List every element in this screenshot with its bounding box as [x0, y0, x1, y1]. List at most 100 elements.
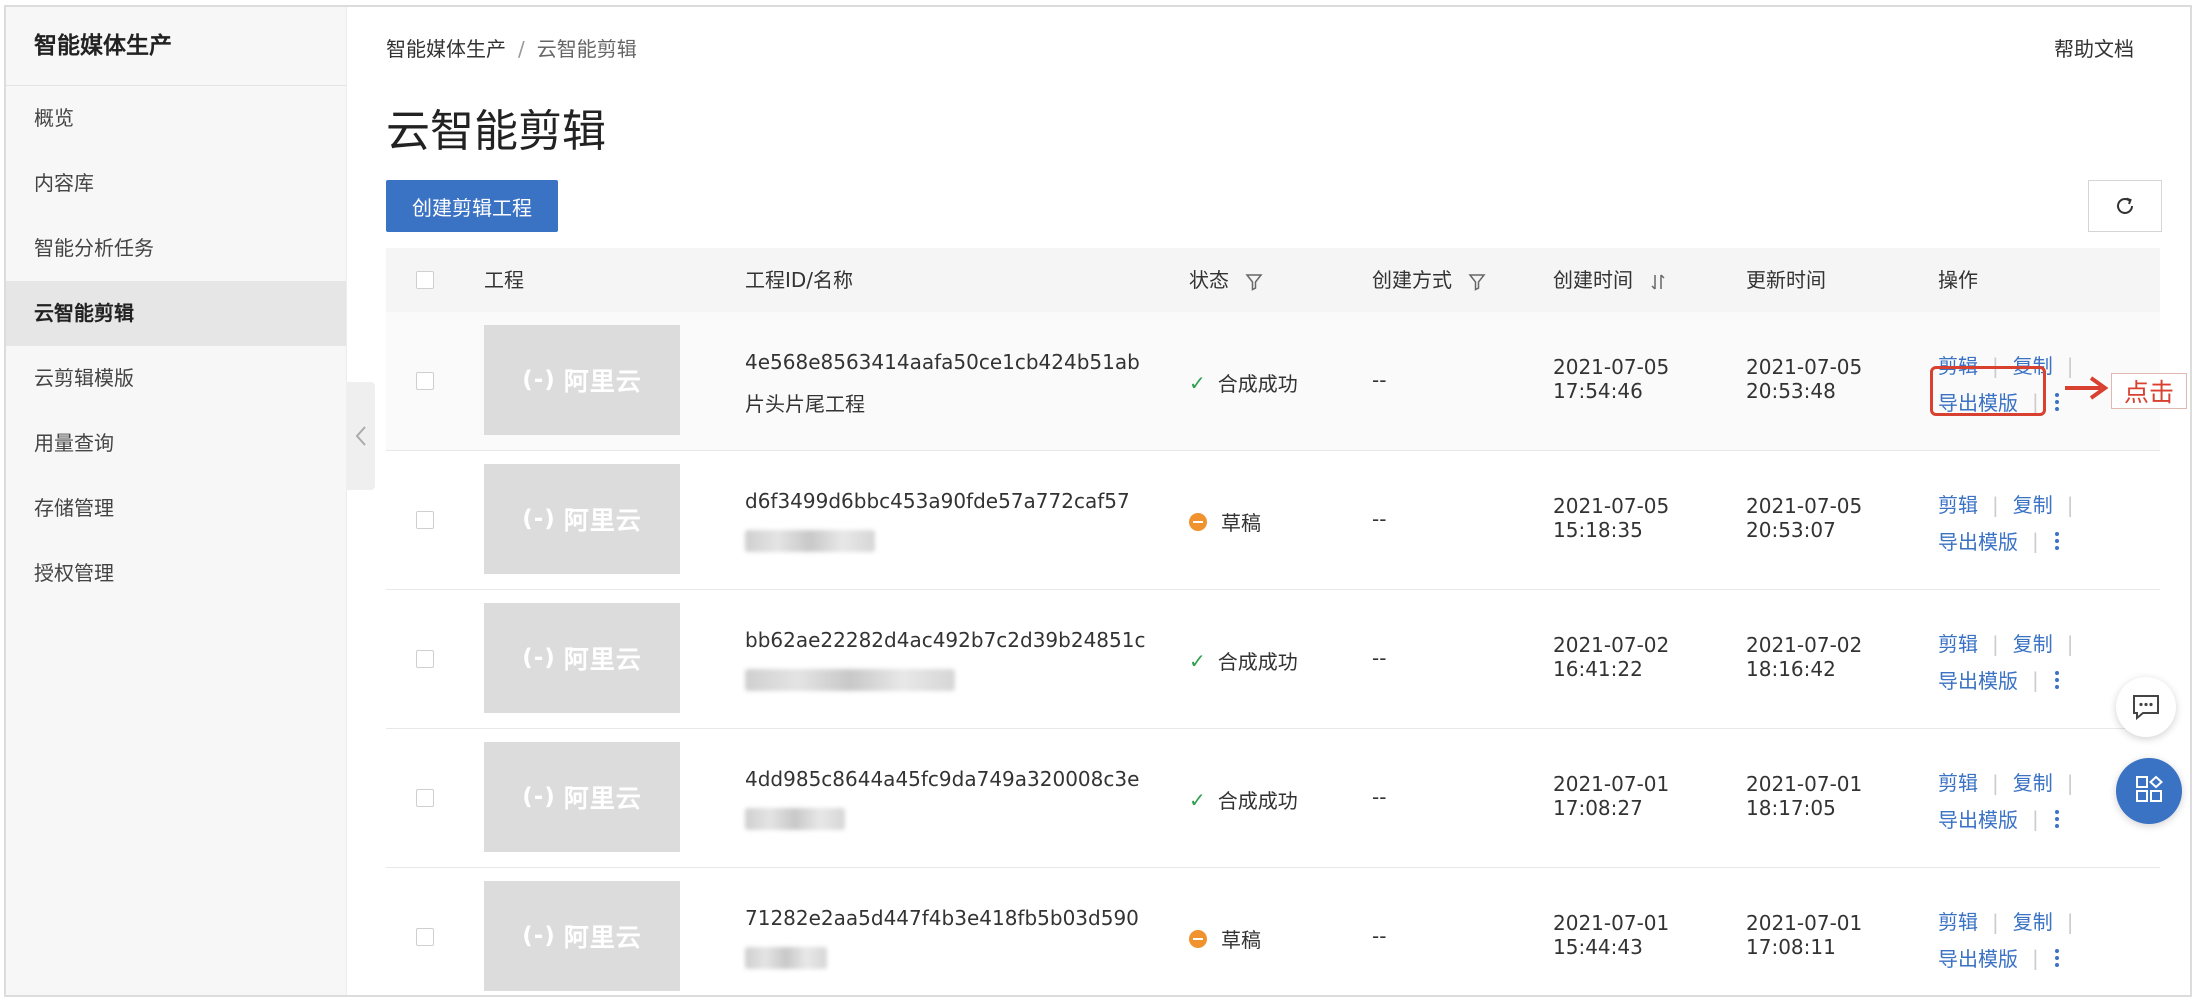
- filter-icon[interactable]: [1245, 272, 1263, 292]
- col-created-label: 创建时间: [1553, 268, 1633, 292]
- updated-clock: 18:17:05: [1746, 796, 1836, 820]
- created-date: 2021-07-02: [1553, 633, 1670, 657]
- more-vertical-icon[interactable]: [2054, 670, 2059, 689]
- more-vertical-icon[interactable]: [2054, 392, 2059, 411]
- updated-time: 2021-07-05 20:53:48: [1746, 355, 1862, 403]
- create-project-button[interactable]: 创建剪辑工程: [386, 180, 558, 232]
- breadcrumb-root[interactable]: 智能媒体生产: [386, 37, 506, 61]
- col-status: 状态: [1189, 248, 1263, 312]
- aliyun-logo-icon: (-): [522, 506, 556, 532]
- sidebar-collapse-button[interactable]: [346, 382, 375, 490]
- status-badge: ✓ 合成成功: [1189, 368, 1298, 397]
- project-name-redacted: [745, 944, 827, 969]
- thumbnail-text: 阿里云: [563, 784, 642, 813]
- updated-date: 2021-07-05: [1746, 355, 1863, 379]
- copy-link[interactable]: 复制: [2013, 771, 2053, 795]
- copy-link[interactable]: 复制: [2013, 493, 2053, 517]
- row-checkbox[interactable]: [416, 650, 434, 668]
- aliyun-logo-icon: (-): [522, 923, 556, 949]
- col-project: 工程: [484, 268, 524, 292]
- edit-link[interactable]: 剪辑: [1938, 771, 1978, 795]
- chat-button[interactable]: [2116, 677, 2176, 737]
- export-template-link[interactable]: 导出模版: [1938, 526, 2018, 555]
- action-separator: |: [2032, 528, 2039, 553]
- project-id: 4dd985c8644a45fc9da749a320008c3e: [745, 767, 1140, 791]
- project-thumbnail[interactable]: (-) 阿里云: [484, 325, 680, 435]
- row-actions: 剪辑 | 复制 | 导出模版 |: [1938, 906, 2088, 972]
- thumbnail-text: 阿里云: [563, 506, 642, 535]
- aliyun-logo-icon: (-): [522, 645, 556, 671]
- created-time: 2021-07-02 16:41:22: [1553, 633, 1669, 681]
- project-id: bb62ae22282d4ac492b7c2d39b24851c: [745, 628, 1146, 652]
- export-template-link[interactable]: 导出模版: [1938, 665, 2018, 694]
- status-text: 合成成功: [1217, 650, 1298, 674]
- created-clock: 16:41:22: [1553, 657, 1643, 681]
- export-template-link[interactable]: 导出模版: [1938, 943, 2018, 972]
- more-vertical-icon[interactable]: [2054, 809, 2059, 828]
- project-id: 4e568e8563414aafa50ce1cb424b51ab: [745, 350, 1140, 374]
- updated-time: 2021-07-01 17:08:11: [1746, 911, 1862, 959]
- edit-link[interactable]: 剪辑: [1938, 632, 1978, 656]
- sort-icon[interactable]: [1649, 272, 1667, 292]
- project-thumbnail[interactable]: (-) 阿里云: [484, 881, 680, 991]
- filter-icon[interactable]: [1468, 272, 1486, 292]
- more-vertical-icon[interactable]: [2054, 948, 2059, 967]
- table-row: (-) 阿里云 bb62ae22282d4ac492b7c2d39b24851c …: [386, 590, 2160, 729]
- table-row: (-) 阿里云 4e568e8563414aafa50ce1cb424b51ab …: [386, 312, 2160, 451]
- row-checkbox[interactable]: [416, 789, 434, 807]
- sidebar-item-analysis-tasks[interactable]: 智能分析任务: [6, 216, 346, 281]
- row-checkbox[interactable]: [416, 372, 434, 390]
- sidebar-item-overview[interactable]: 概览: [6, 86, 346, 151]
- created-date: 2021-07-05: [1553, 494, 1670, 518]
- help-docs-link[interactable]: 帮助文档: [2054, 33, 2134, 62]
- updated-clock: 20:53:07: [1746, 518, 1836, 542]
- creation-method: --: [1372, 924, 1387, 948]
- status-badge: ✓ 合成成功: [1189, 646, 1298, 675]
- edit-link[interactable]: 剪辑: [1938, 910, 1978, 934]
- sidebar-item-authorization[interactable]: 授权管理: [6, 541, 346, 606]
- breadcrumb-current: 云智能剪辑: [536, 37, 637, 61]
- chat-icon: [2133, 695, 2159, 721]
- edit-link[interactable]: 剪辑: [1938, 493, 1978, 517]
- export-template-link[interactable]: 导出模版: [1938, 804, 2018, 833]
- breadcrumb-separator: /: [518, 37, 525, 61]
- project-thumbnail[interactable]: (-) 阿里云: [484, 464, 680, 574]
- created-time: 2021-07-01 17:08:27: [1553, 772, 1669, 820]
- action-separator: |: [1992, 632, 1999, 656]
- more-vertical-icon[interactable]: [2054, 531, 2059, 550]
- action-separator: |: [2032, 667, 2039, 692]
- row-checkbox[interactable]: [416, 928, 434, 946]
- row-checkbox[interactable]: [416, 511, 434, 529]
- main-content: 智能媒体生产 / 云智能剪辑 帮助文档 云智能剪辑 创建剪辑工程 工程 工程ID/名…: [386, 7, 2190, 995]
- updated-clock: 20:53:48: [1746, 379, 1836, 403]
- check-icon: ✓: [1189, 648, 1206, 673]
- project-thumbnail[interactable]: (-) 阿里云: [484, 603, 680, 713]
- action-separator: |: [1992, 771, 1999, 795]
- creation-method: --: [1372, 785, 1387, 809]
- sidebar-item-usage[interactable]: 用量查询: [6, 411, 346, 476]
- project-id: d6f3499d6bbc453a90fde57a772caf57: [745, 489, 1130, 513]
- created-time: 2021-07-05 17:54:46: [1553, 355, 1669, 403]
- col-method-label: 创建方式: [1372, 268, 1452, 292]
- status-badge: ✓ 合成成功: [1189, 785, 1298, 814]
- col-id-name: 工程ID/名称: [745, 268, 854, 292]
- check-icon: ✓: [1189, 370, 1206, 395]
- updated-time: 2021-07-02 18:16:42: [1746, 633, 1862, 681]
- created-clock: 17:54:46: [1553, 379, 1643, 403]
- updated-time: 2021-07-01 18:17:05: [1746, 772, 1862, 820]
- select-all-checkbox[interactable]: [416, 271, 434, 289]
- project-name-redacted: [745, 527, 875, 552]
- copy-link[interactable]: 复制: [2013, 632, 2053, 656]
- apps-button[interactable]: [2116, 758, 2182, 824]
- project-thumbnail[interactable]: (-) 阿里云: [484, 742, 680, 852]
- refresh-button[interactable]: [2088, 180, 2162, 232]
- sidebar-item-content-library[interactable]: 内容库: [6, 151, 346, 216]
- sidebar-item-editing-templates[interactable]: 云剪辑模版: [6, 346, 346, 411]
- created-time: 2021-07-01 15:44:43: [1553, 911, 1669, 959]
- copy-link[interactable]: 复制: [2013, 910, 2053, 934]
- sidebar-item-storage[interactable]: 存储管理: [6, 476, 346, 541]
- action-separator: |: [2066, 632, 2074, 656]
- thumbnail-text: 阿里云: [563, 923, 642, 952]
- chevron-left-icon: [355, 426, 366, 446]
- sidebar-item-cloud-editing[interactable]: 云智能剪辑: [6, 281, 346, 346]
